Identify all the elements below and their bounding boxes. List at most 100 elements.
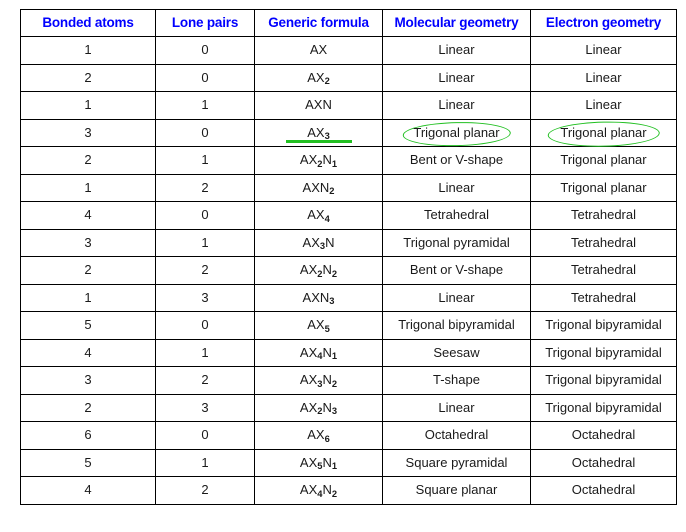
formula-subscript: 2 <box>317 268 323 279</box>
cell-electron-geometry: Trigonal bipyramidal <box>530 311 677 340</box>
cell-electron-geometry: Octahedral <box>530 421 677 450</box>
cell-generic-formula: AX2N3 <box>254 393 383 422</box>
molecular-geometry-text: Trigonal bipyramidal <box>398 317 515 333</box>
molecular-geometry-text: Bent or V-shape <box>409 152 504 168</box>
table-row: 2 2 AX2N2 Bent or V-shape Tetrahedral <box>20 256 677 285</box>
molecular-geometry-text: Seesaw <box>433 344 480 360</box>
table-row: 4 0 AX4 Tetrahedral Tetrahedral <box>20 201 677 230</box>
formula-text: AXN3 <box>302 289 335 307</box>
cell-generic-formula: AXN2 <box>254 173 383 202</box>
cell-bonded-atoms: 1 <box>20 283 156 312</box>
molecular-geometry-text: Trigonal planar <box>413 124 500 140</box>
cell-generic-formula: AX3N2 <box>254 366 383 395</box>
molecular-geometry-text: Trigonal pyramidal <box>403 234 510 250</box>
cell-molecular-geometry: Trigonal planar <box>382 118 531 148</box>
cell-electron-geometry: Tetrahedral <box>530 228 677 257</box>
table-row: 2 3 AX2N3 Linear Trigonal bipyramidal <box>20 393 677 422</box>
cell-bonded-atoms: 1 <box>20 173 156 202</box>
cell-electron-geometry: Linear <box>530 63 677 92</box>
table-body: 1 0 AX Linear Linear 2 0 AX2 Linear Linear 1 1 AXN Li… <box>20 36 677 505</box>
table-row: 6 0 AX6 Octahedral Octahedral <box>20 421 677 450</box>
formula-subscript: 1 <box>331 158 338 169</box>
cell-molecular-geometry: Bent or V-shape <box>382 256 531 285</box>
formula-subscript: 2 <box>317 158 323 169</box>
formula-subscript: 5 <box>324 323 330 334</box>
cell-generic-formula: AX4 <box>254 201 383 230</box>
electron-geometry-text: Trigonal bipyramidal <box>545 372 662 388</box>
cell-electron-geometry: Tetrahedral <box>530 256 677 285</box>
formula-subscript: 3 <box>317 378 323 389</box>
electron-geometry-text: Trigonal bipyramidal <box>545 317 662 333</box>
column-header-electron-geometry: Electron geometry <box>530 9 677 37</box>
molecular-geometry-text: Linear <box>438 69 475 85</box>
molecular-geometry-text: Linear <box>438 179 475 195</box>
formula-subscript: 3 <box>331 406 338 417</box>
table-row: 4 1 AX4N1 Seesaw Trigonal bipyramidal <box>20 338 677 367</box>
electron-geometry-text: Linear <box>585 97 622 113</box>
formula-subscript: 2 <box>331 378 338 389</box>
cell-bonded-atoms: 2 <box>20 146 156 175</box>
cell-bonded-atoms: 3 <box>20 118 156 147</box>
cell-molecular-geometry: Linear <box>382 173 531 202</box>
column-header-generic-formula: Generic formula <box>254 9 383 37</box>
formula-subscript: 2 <box>317 406 323 417</box>
table-row: 3 1 AX3N Trigonal pyramidal Tetrahedral <box>20 228 677 257</box>
table-row: 2 0 AX2 Linear Linear <box>20 63 677 92</box>
cell-bonded-atoms: 3 <box>20 228 156 257</box>
molecular-geometry-text: Square pyramidal <box>405 454 508 470</box>
electron-geometry-text: Octahedral <box>571 427 636 443</box>
cell-molecular-geometry: Trigonal pyramidal <box>382 228 531 257</box>
cell-lone-pairs: 0 <box>155 201 255 230</box>
electron-geometry-text: Octahedral <box>571 482 636 498</box>
cell-electron-geometry: Trigonal planar <box>530 118 677 148</box>
cell-molecular-geometry: Linear <box>382 91 531 120</box>
cell-lone-pairs: 0 <box>155 118 255 147</box>
cell-molecular-geometry: Linear <box>382 63 531 92</box>
electron-geometry-text: Linear <box>585 69 622 85</box>
formula-subscript: 2 <box>324 76 330 87</box>
cell-electron-geometry: Trigonal bipyramidal <box>530 338 677 367</box>
table-row: 1 1 AXN Linear Linear <box>20 91 677 120</box>
formula-text: AX3 <box>307 124 330 142</box>
formula-text: AX5 <box>307 317 330 334</box>
cell-molecular-geometry: Octahedral <box>382 421 531 450</box>
cell-lone-pairs: 1 <box>155 338 255 367</box>
cell-bonded-atoms: 6 <box>20 421 156 450</box>
electron-geometry-text: Trigonal planar <box>560 124 647 140</box>
column-header-molecular-geometry: Molecular geometry <box>382 9 531 37</box>
cell-generic-formula: AX3N <box>254 228 383 257</box>
cell-bonded-atoms: 2 <box>20 256 156 285</box>
electron-geometry-text: Octahedral <box>571 454 636 470</box>
cell-lone-pairs: 3 <box>155 393 255 422</box>
cell-molecular-geometry: Linear <box>382 393 531 422</box>
cell-molecular-geometry: Tetrahedral <box>382 201 531 230</box>
cell-bonded-atoms: 4 <box>20 201 156 230</box>
formula-subscript: 2 <box>331 268 338 279</box>
formula-text: AX3N <box>302 234 335 252</box>
electron-geometry-text: Tetrahedral <box>570 234 637 250</box>
cell-electron-geometry: Tetrahedral <box>530 283 677 312</box>
formula-text: AX5N1 <box>299 454 338 472</box>
cell-generic-formula: AXN3 <box>254 283 383 312</box>
formula-text: AX2N1 <box>299 152 338 169</box>
vsepr-geometry-table: Bonded atoms Lone pairs Generic formula … <box>20 9 677 505</box>
table-row: 5 0 AX5 Trigonal bipyramidal Trigonal bipyra… <box>20 311 677 340</box>
table-row: 5 1 AX5N1 Square pyramidal Octahedral <box>20 448 677 477</box>
molecular-geometry-text: Octahedral <box>424 427 489 443</box>
formula-text: AXN2 <box>302 179 335 197</box>
electron-geometry-text: Trigonal bipyramidal <box>545 344 662 360</box>
formula-text: AX <box>309 42 328 58</box>
cell-generic-formula: AX6 <box>254 421 383 450</box>
cell-molecular-geometry: Bent or V-shape <box>382 146 531 175</box>
cell-electron-geometry: Trigonal bipyramidal <box>530 393 677 422</box>
formula-subscript: 3 <box>329 296 335 307</box>
formula-text: AX4 <box>307 207 330 224</box>
cell-lone-pairs: 0 <box>155 63 255 92</box>
cell-molecular-geometry: Linear <box>382 283 531 312</box>
formula-subscript: 2 <box>331 488 338 499</box>
molecular-geometry-text: Linear <box>438 42 475 58</box>
cell-molecular-geometry: Square planar <box>382 476 531 505</box>
formula-subscript: 4 <box>324 213 330 224</box>
cell-bonded-atoms: 5 <box>20 311 156 340</box>
cell-molecular-geometry: Linear <box>382 36 531 65</box>
